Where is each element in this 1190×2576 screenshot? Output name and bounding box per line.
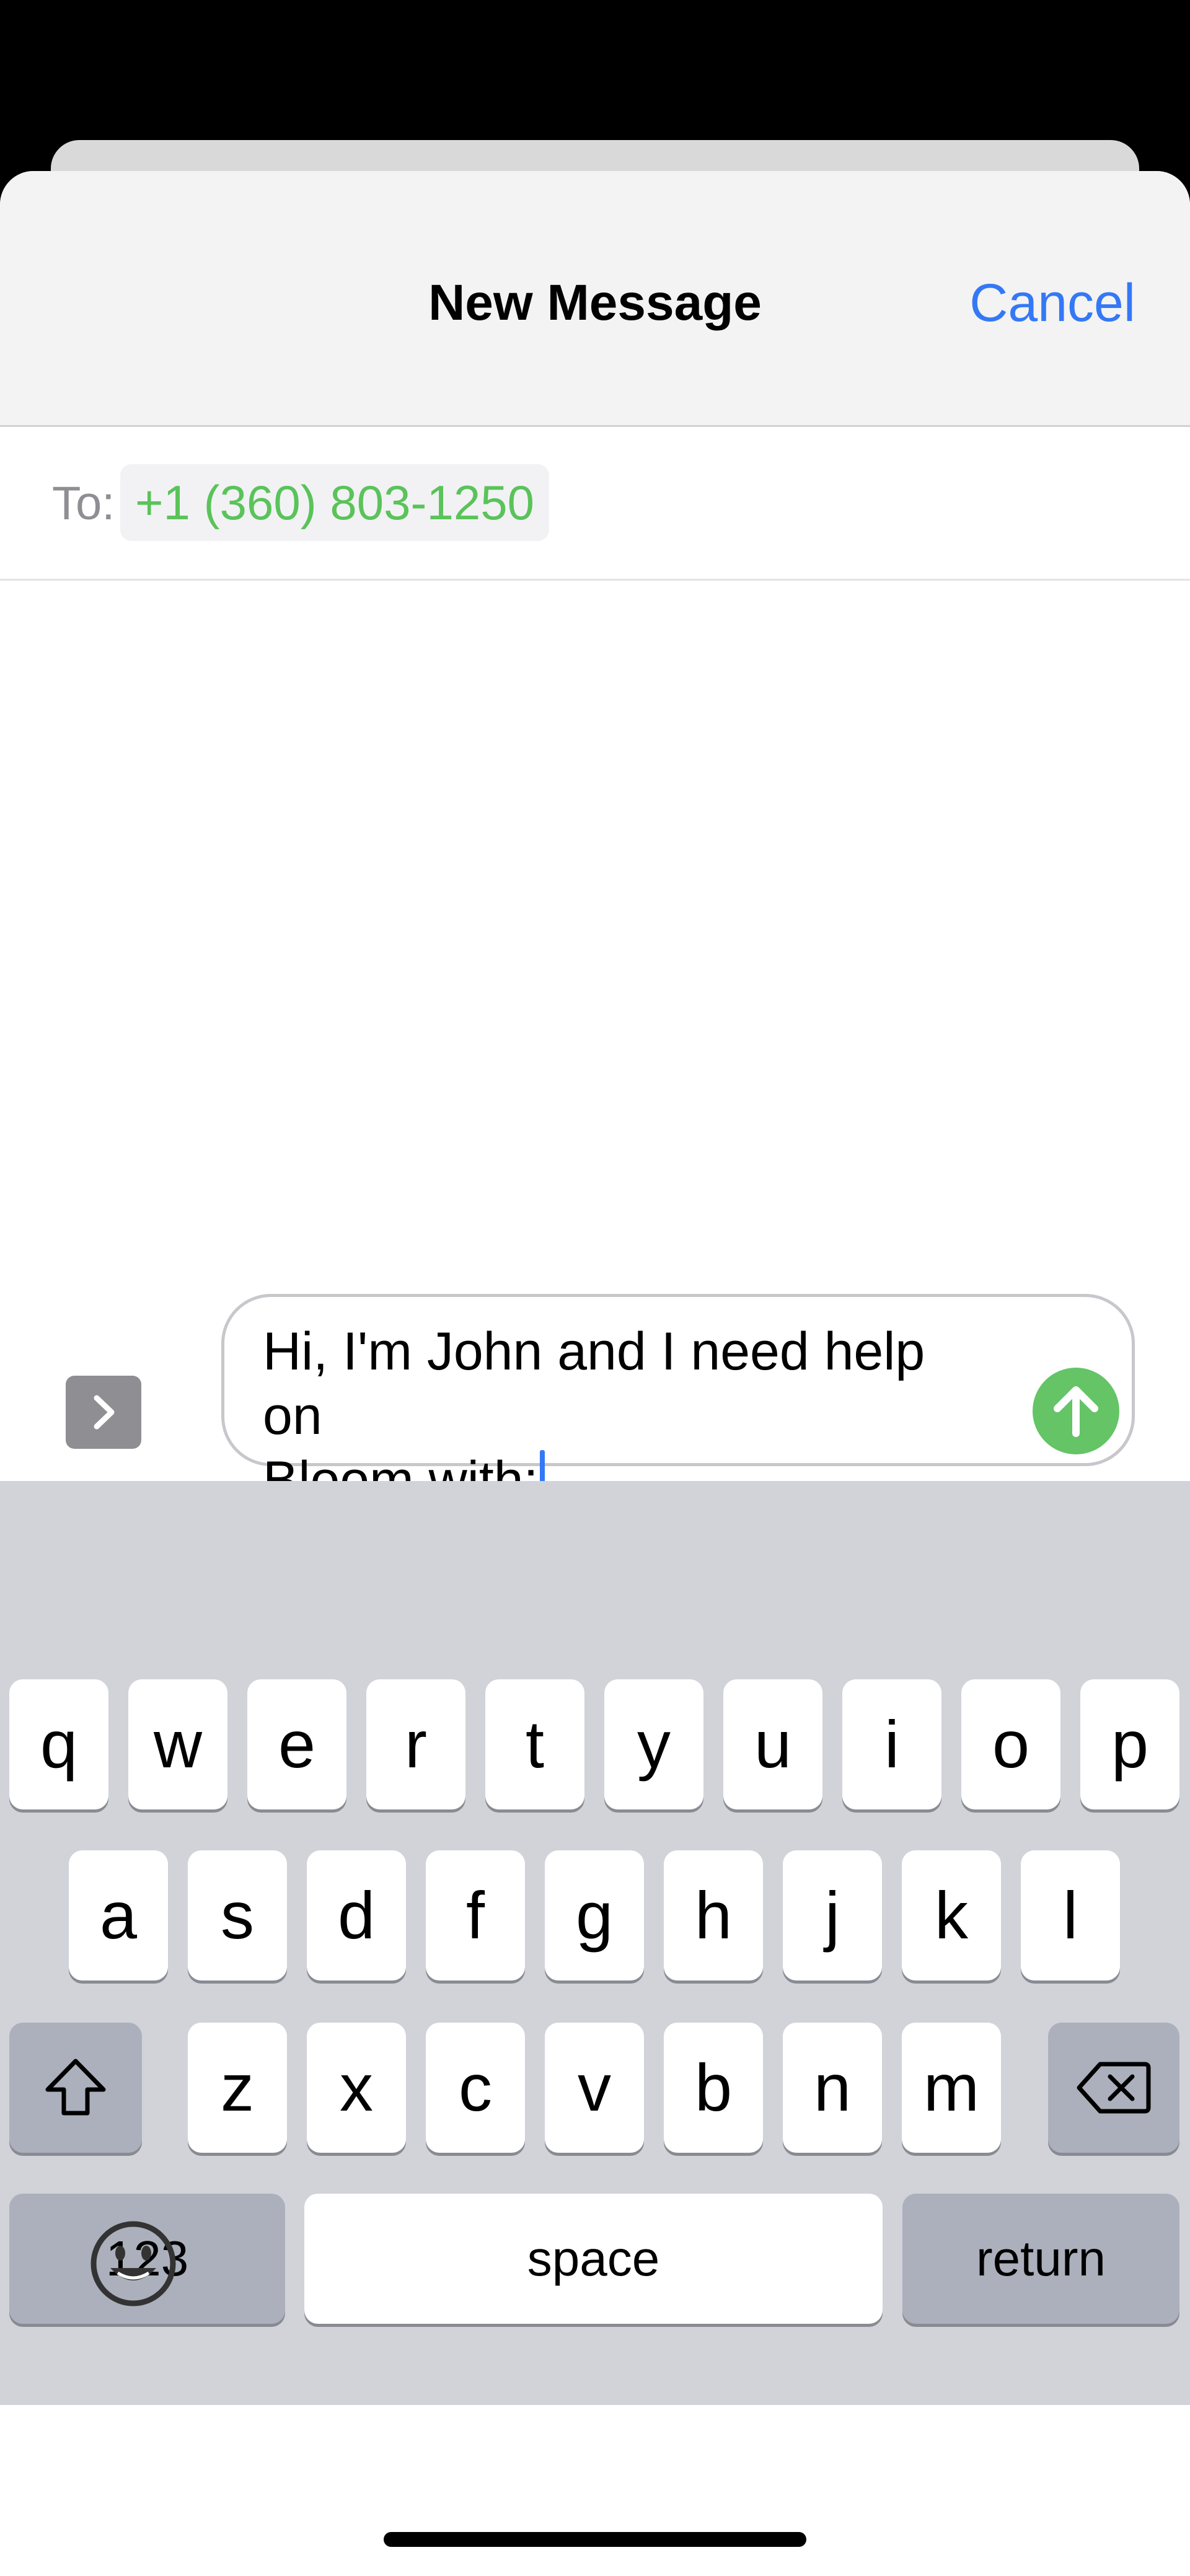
key-x[interactable]: x: [307, 2023, 406, 2153]
key-f[interactable]: f: [426, 1850, 525, 1980]
key-p[interactable]: p: [1080, 1679, 1179, 1809]
key-r[interactable]: r: [366, 1679, 465, 1809]
to-label: To:: [52, 477, 115, 530]
key-a[interactable]: a: [69, 1850, 168, 1980]
key-l[interactable]: l: [1021, 1850, 1120, 1980]
key-t[interactable]: t: [485, 1679, 584, 1809]
recipient-row[interactable]: To: +1 (360) 803-1250: [0, 427, 1190, 581]
expand-apps-button[interactable]: [66, 1376, 141, 1449]
arrow-up-icon: [1054, 1386, 1098, 1437]
key-w[interactable]: w: [128, 1679, 227, 1809]
key-y[interactable]: y: [604, 1679, 703, 1809]
home-indicator: [384, 2532, 806, 2547]
key-g[interactable]: g: [545, 1850, 644, 1980]
key-q[interactable]: q: [9, 1679, 108, 1809]
emoji-icon: [90, 2221, 176, 2306]
send-button[interactable]: [1033, 1368, 1119, 1454]
navigation-bar: New Message Cancel: [0, 171, 1190, 427]
backspace-icon: [1077, 2062, 1151, 2114]
key-v[interactable]: v: [545, 2023, 644, 2153]
key-e[interactable]: e: [247, 1679, 346, 1809]
backspace-key[interactable]: [1048, 2023, 1179, 2153]
key-o[interactable]: o: [961, 1679, 1060, 1809]
key-h[interactable]: h: [664, 1850, 763, 1980]
shift-icon: [45, 2059, 106, 2116]
key-k[interactable]: k: [902, 1850, 1001, 1980]
space-key[interactable]: space: [304, 2194, 883, 2324]
recipient-token[interactable]: +1 (360) 803-1250: [120, 464, 549, 541]
key-z[interactable]: z: [188, 2023, 287, 2153]
return-key[interactable]: return: [902, 2194, 1179, 2324]
shift-key[interactable]: [9, 2023, 142, 2153]
chevron-right-icon: [94, 1395, 115, 1430]
key-d[interactable]: d: [307, 1850, 406, 1980]
cancel-button[interactable]: Cancel: [969, 272, 1135, 334]
key-m[interactable]: m: [902, 2023, 1001, 2153]
key-u[interactable]: u: [723, 1679, 822, 1809]
key-c[interactable]: c: [426, 2023, 525, 2153]
key-s[interactable]: s: [188, 1850, 287, 1980]
key-j[interactable]: j: [783, 1850, 882, 1980]
key-n[interactable]: n: [783, 2023, 882, 2153]
message-line-1: Hi, I'm John and I need help on: [263, 1322, 925, 1446]
message-input[interactable]: Hi, I'm John and I need help on Bloom wi…: [221, 1294, 1135, 1510]
key-i[interactable]: i: [842, 1679, 941, 1809]
key-b[interactable]: b: [664, 2023, 763, 2153]
emoji-button[interactable]: [87, 2217, 180, 2313]
